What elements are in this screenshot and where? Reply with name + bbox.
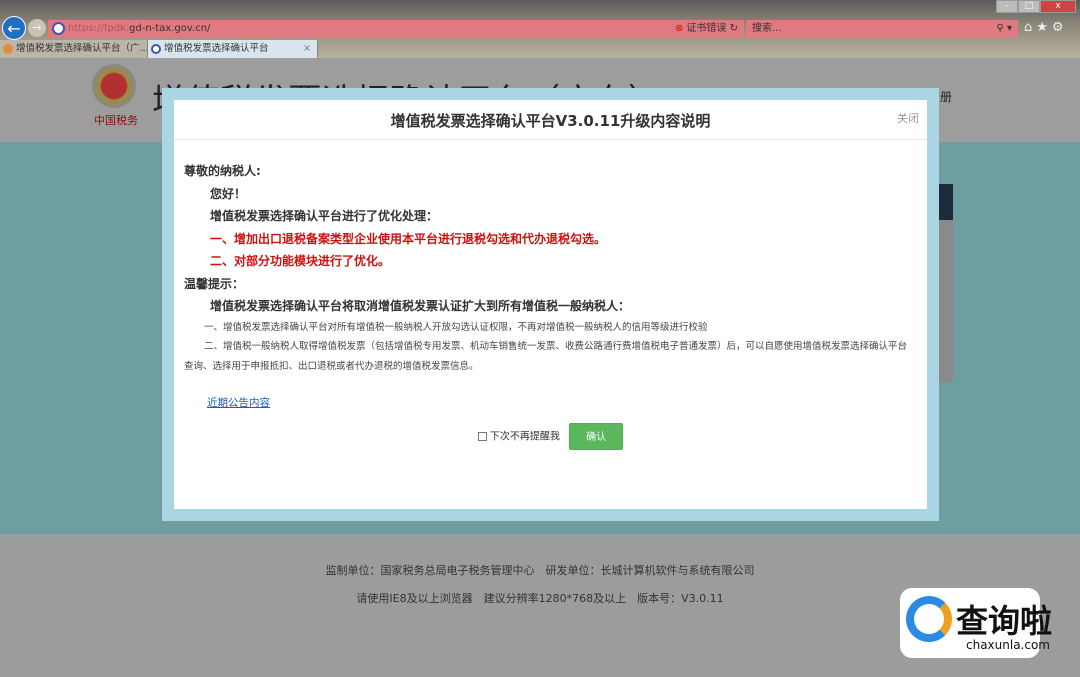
tab-label: 增值税发票选择确认平台: [164, 43, 269, 54]
watermark: 查询啦 chaxunla.com: [900, 588, 1052, 658]
tips-title: 温馨提示：: [184, 276, 245, 291]
tab-label: 增值税发票选择确认平台（广...: [16, 43, 148, 54]
greeting: 尊敬的纳税人:: [184, 164, 261, 178]
checkbox-label[interactable]: 下次不再提醒我: [490, 432, 560, 443]
dialog-close-button[interactable]: 关闭: [897, 110, 919, 126]
star-icon[interactable]: ★: [1036, 20, 1052, 35]
intro: 增值税发票选择确认平台进行了优化处理：: [210, 209, 439, 223]
error-icon: ⊗: [674, 23, 684, 34]
cert-error-label: 证书错误: [686, 23, 727, 34]
tab-1[interactable]: 增值税发票选择确认平台（广...: [0, 40, 148, 58]
tab-close-icon[interactable]: ×: [303, 40, 311, 58]
upgrade-dialog: 增值税发票选择确认平台V3.0.11升级内容说明 关闭 尊敬的纳税人: 您好！ …: [162, 88, 939, 521]
maximize-button[interactable]: □: [1018, 0, 1040, 13]
recent-notices-link[interactable]: 近期公告内容: [207, 395, 270, 410]
search-placeholder: 搜索...: [752, 23, 782, 34]
watermark-brand: 查询啦: [956, 602, 1053, 640]
tab-bar: 增值税发票选择确认平台（广... 增值税发票选择确认平台 ×: [0, 40, 318, 58]
dialog-title: 增值税发票选择确认平台V3.0.11升级内容说明: [174, 100, 927, 140]
hello: 您好！: [210, 186, 247, 201]
search-input[interactable]: 搜索... ⚲ ▾: [746, 20, 1018, 37]
tip-item: 二、增值税一般纳税人取得增值税发票（包括增值税专用发票、机动车销售统一发票、收费…: [184, 340, 908, 372]
minimize-button[interactable]: –: [996, 0, 1018, 13]
watermark-logo-icon: [906, 596, 952, 642]
home-icon[interactable]: ⌂: [1024, 20, 1036, 35]
confirm-button[interactable]: 确认: [569, 423, 624, 450]
browser-chrome: ← → https://fpdk.gd-n-tax.gov.cn/ ⊗ 证书错误…: [0, 0, 1080, 58]
tab-icon: [3, 44, 13, 54]
tab-icon: [151, 44, 161, 54]
refresh-icon[interactable]: ↻: [730, 23, 738, 34]
search-icon[interactable]: ⚲ ▾: [996, 20, 1012, 37]
toolbar: ⌂★⚙: [1024, 20, 1068, 35]
tab-2[interactable]: 增值税发票选择确认平台 ×: [148, 40, 318, 58]
site-icon: [52, 22, 65, 35]
watermark-url: chaxunla.com: [966, 638, 1050, 652]
tips-headline: 增值税发票选择确认平台将取消增值税发票认证扩大到所有增值税一般纳税人：: [210, 299, 631, 313]
back-button[interactable]: ←: [2, 16, 26, 40]
update-item: 二、对部分功能模块进行了优化。: [210, 254, 391, 268]
url-domain: gd-n-tax.gov.cn/: [129, 23, 211, 34]
side-panel-top: [939, 184, 953, 220]
update-item: 一、增加出口退税备案类型企业使用本平台进行退税勾选和代办退税勾选。: [210, 231, 607, 246]
address-bar[interactable]: https://fpdk.gd-n-tax.gov.cn/ ⊗ 证书错误 ↻: [48, 20, 744, 37]
window-controls: – □ x: [996, 0, 1076, 13]
gear-icon[interactable]: ⚙: [1052, 20, 1068, 35]
tip-item: 一、增值税发票选择确认平台对所有增值税一般纳税人开放勾选认证权限，不再对增值税一…: [204, 321, 708, 333]
url-prefix: https://fpdk.: [68, 23, 130, 34]
emblem-logo: [92, 64, 136, 108]
close-window-button[interactable]: x: [1040, 0, 1076, 13]
dialog-actions: 下次不再提醒我 确认: [174, 423, 927, 450]
cert-error[interactable]: ⊗ 证书错误 ↻: [675, 20, 738, 37]
register-link[interactable]: 册: [940, 88, 952, 105]
footer-line-1: 监制单位：国家税务总局电子税务管理中心 研发单位：长城计算机软件与系统有限公司: [325, 564, 755, 577]
forward-button[interactable]: →: [28, 19, 46, 37]
emblem-text: 中国税务: [94, 114, 138, 127]
dont-remind-checkbox[interactable]: [477, 432, 487, 441]
